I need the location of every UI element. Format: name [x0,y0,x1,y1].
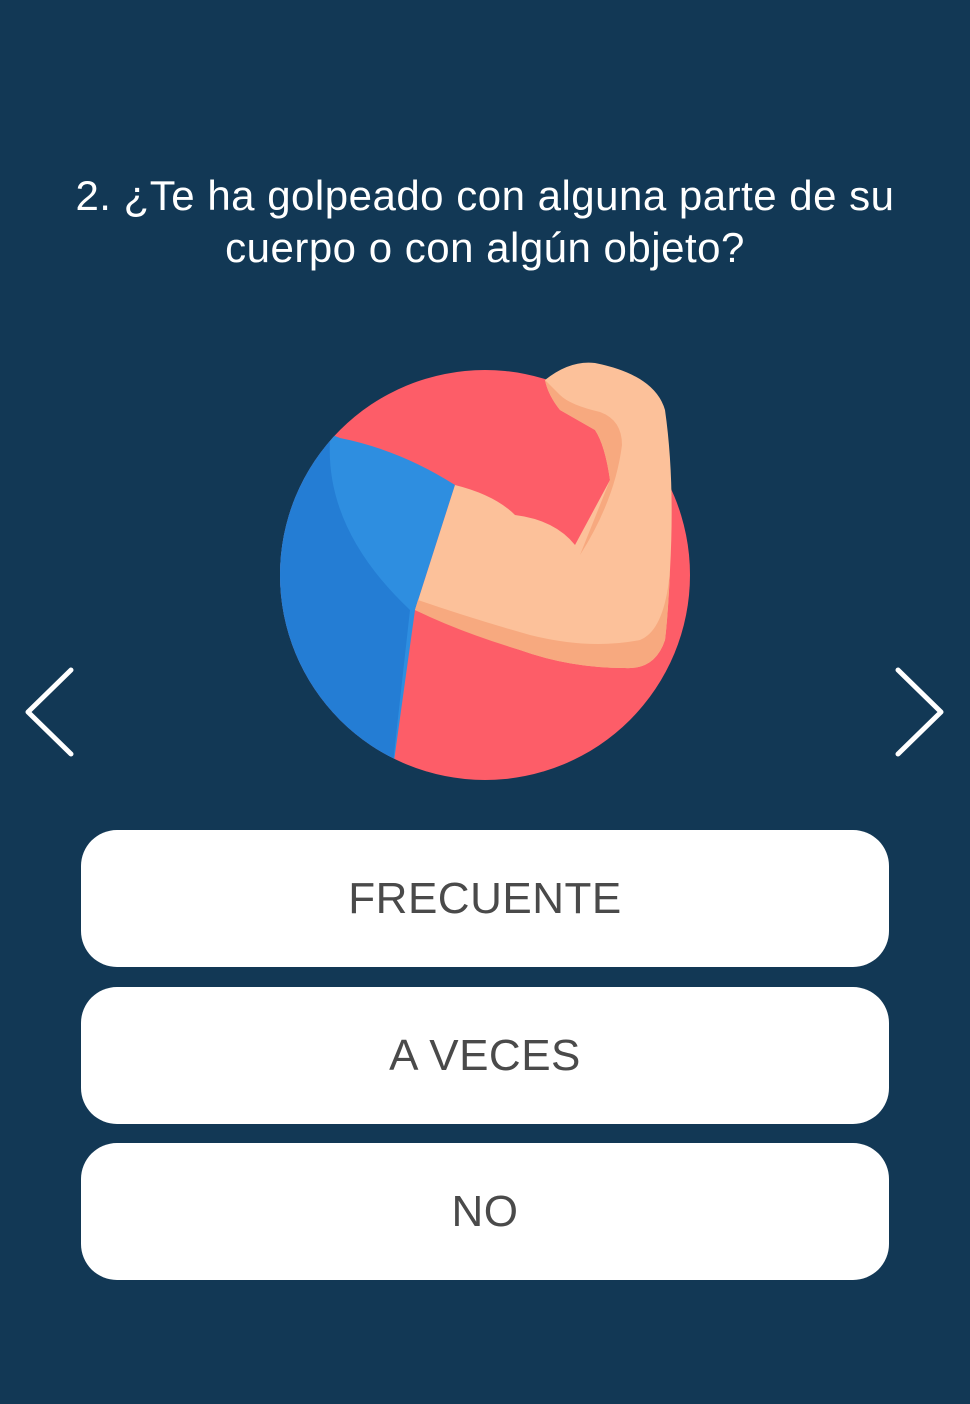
answer-a-veces-button[interactable]: A VECES [81,987,889,1124]
answer-label: FRECUENTE [348,873,622,923]
answer-label: NO [451,1186,519,1236]
flexed-arm-icon [280,362,690,780]
quiz-screen: 2. ¿Te ha golpeado con alguna parte de s… [0,0,970,1404]
answer-frecuente-button[interactable]: FRECUENTE [81,830,889,967]
previous-question-button[interactable] [18,660,78,760]
chevron-right-icon [895,667,944,757]
answer-no-button[interactable]: NO [81,1143,889,1280]
next-question-button[interactable] [890,660,950,760]
answer-label: A VECES [389,1030,581,1080]
chevron-left-icon [25,667,74,757]
question-text: 2. ¿Te ha golpeado con alguna parte de s… [75,172,895,271]
